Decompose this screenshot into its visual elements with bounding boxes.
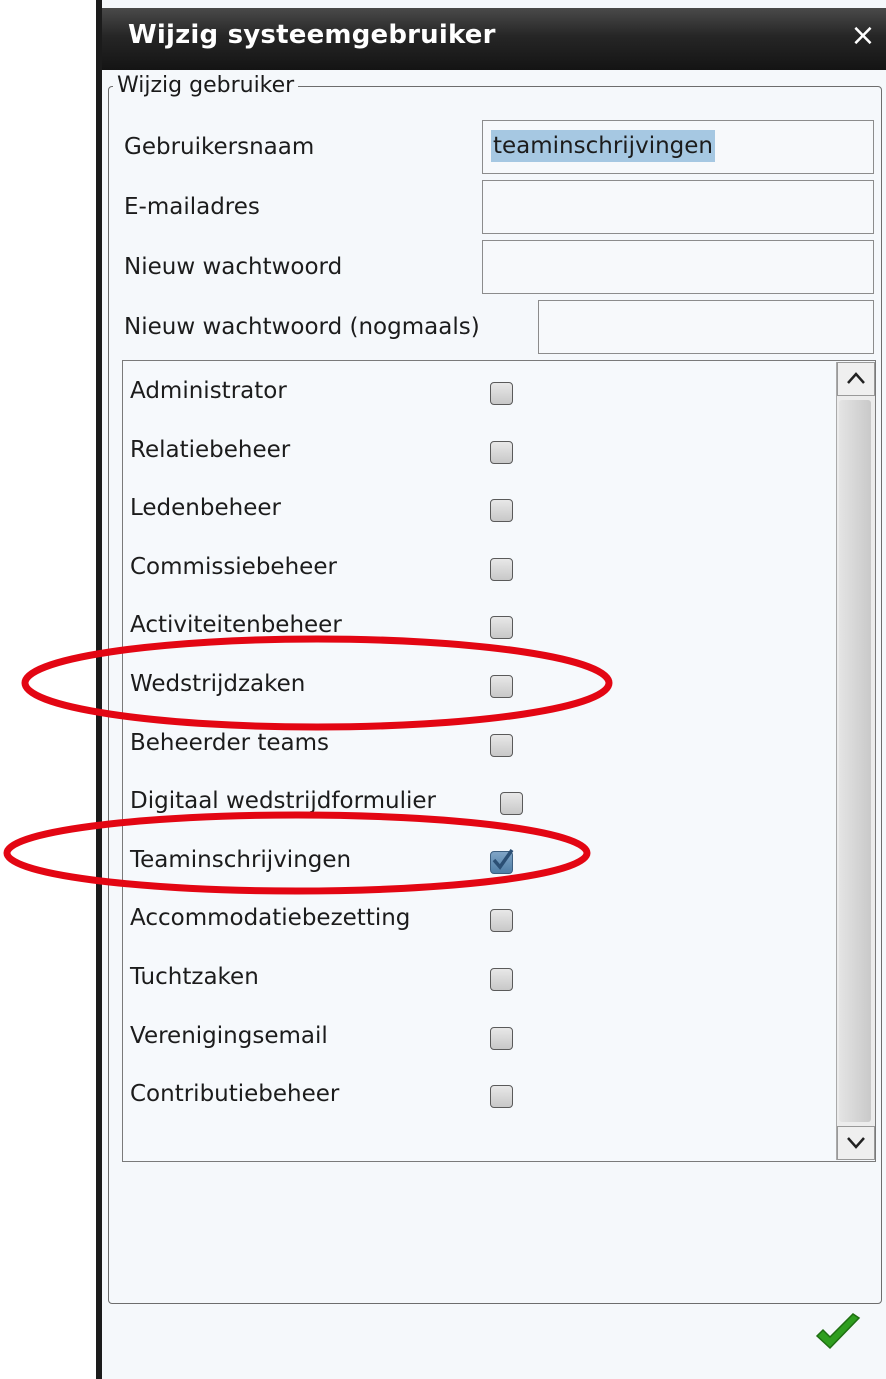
role-checkbox[interactable] — [490, 441, 513, 464]
username-label: Gebruikersnaam — [124, 134, 315, 160]
role-label: Commissiebeheer — [130, 554, 337, 580]
role-checkbox[interactable] — [490, 1027, 513, 1050]
role-label: Administrator — [130, 378, 287, 404]
role-checkbox[interactable] — [490, 848, 514, 874]
role-checkbox[interactable] — [490, 499, 513, 522]
dialog-titlebar: Wijzig systeemgebruiker × — [102, 8, 886, 70]
role-checkbox[interactable] — [490, 968, 513, 991]
checkmark-icon[interactable] — [813, 1310, 863, 1356]
role-label: Activiteitenbeheer — [130, 612, 342, 638]
role-label: Wedstrijdzaken — [130, 671, 306, 697]
role-checkbox[interactable] — [490, 382, 513, 405]
new-password-repeat-field[interactable] — [538, 300, 874, 354]
role-label: Digitaal wedstrijdformulier — [130, 788, 436, 814]
fieldset-legend: Wijzig gebruiker — [113, 73, 299, 98]
role-label: Accommodatiebezetting — [130, 905, 411, 931]
new-password-field[interactable] — [482, 240, 874, 294]
new-password-repeat-label: Nieuw wachtwoord (nogmaals) — [124, 314, 480, 340]
role-label: Relatiebeheer — [130, 437, 291, 463]
role-label: Tuchtzaken — [130, 964, 259, 990]
role-checkbox[interactable] — [490, 909, 513, 932]
roles-scrollbar[interactable] — [836, 362, 875, 1160]
role-label: Ledenbeheer — [130, 495, 281, 521]
role-label: Verenigingsemail — [130, 1023, 328, 1049]
role-label: Beheerder teams — [130, 730, 330, 756]
role-checkbox[interactable] — [490, 616, 513, 639]
checkmark-icon — [492, 848, 514, 870]
chevron-down-icon[interactable] — [837, 1126, 875, 1160]
dialog-title: Wijzig systeemgebruiker — [128, 20, 496, 50]
scrollbar-thumb[interactable] — [839, 400, 871, 1122]
role-checkbox[interactable] — [490, 734, 513, 757]
role-checkbox[interactable] — [490, 675, 513, 698]
close-icon[interactable]: × — [846, 16, 880, 56]
role-checkbox[interactable] — [490, 1085, 513, 1108]
chevron-up-icon[interactable] — [837, 362, 875, 396]
username-field[interactable]: teaminschrijvingen — [482, 120, 874, 174]
role-checkbox[interactable] — [490, 558, 513, 581]
email-label: E-mailadres — [124, 194, 260, 220]
username-value: teaminschrijvingen — [491, 130, 715, 162]
role-label: Contributiebeheer — [130, 1081, 340, 1107]
email-field[interactable] — [482, 180, 874, 234]
role-checkbox[interactable] — [500, 792, 523, 815]
role-label: Teaminschrijvingen — [130, 847, 352, 873]
new-password-label: Nieuw wachtwoord — [124, 254, 343, 280]
